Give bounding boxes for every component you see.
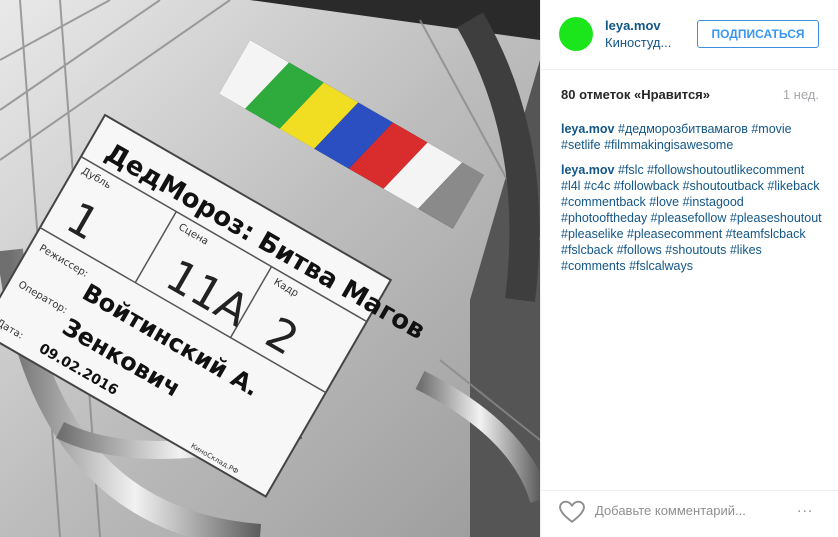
clapperboard-image: ДедМороз: Битва Магов Сцена Кадр Дубль 1… — [0, 0, 540, 537]
comment-text[interactable]: #fslc #followshoutoutlikecomment #l4l #c… — [561, 163, 822, 273]
follow-button[interactable]: ПОДПИСАТЬСЯ — [697, 20, 819, 48]
ellipsis-icon[interactable]: ... — [797, 499, 813, 517]
post-location[interactable]: Киностуд... — [605, 35, 671, 50]
comment-item: leya.mov #дедморозбитвамагов #movie #set… — [561, 121, 823, 153]
post-photo[interactable]: ДедМороз: Битва Магов Сцена Кадр Дубль 1… — [0, 0, 540, 537]
likes-row: 80 отметок «Нравится» 1 нед. — [561, 87, 819, 102]
comment-item: leya.mov #fslc #followshoutoutlikecommen… — [561, 162, 823, 274]
post-footer: Добавьте комментарий... ... — [541, 490, 838, 537]
likes-count[interactable]: 80 отметок «Нравится» — [561, 87, 710, 102]
comment-author[interactable]: leya.mov — [561, 122, 615, 136]
add-comment-input[interactable]: Добавьте комментарий... — [595, 503, 746, 518]
comment-author[interactable]: leya.mov — [561, 163, 615, 177]
avatar[interactable] — [559, 17, 593, 51]
comments-list: leya.mov #дедморозбитвамагов #movie #set… — [561, 121, 823, 283]
post-sidebar: leya.mov Киностуд... ПОДПИСАТЬСЯ 80 отме… — [540, 0, 838, 537]
post-header: leya.mov Киностуд... ПОДПИСАТЬСЯ — [541, 0, 838, 70]
post-timestamp[interactable]: 1 нед. — [783, 87, 819, 102]
heart-outline-icon[interactable] — [559, 500, 585, 524]
author-username[interactable]: leya.mov — [605, 18, 661, 33]
